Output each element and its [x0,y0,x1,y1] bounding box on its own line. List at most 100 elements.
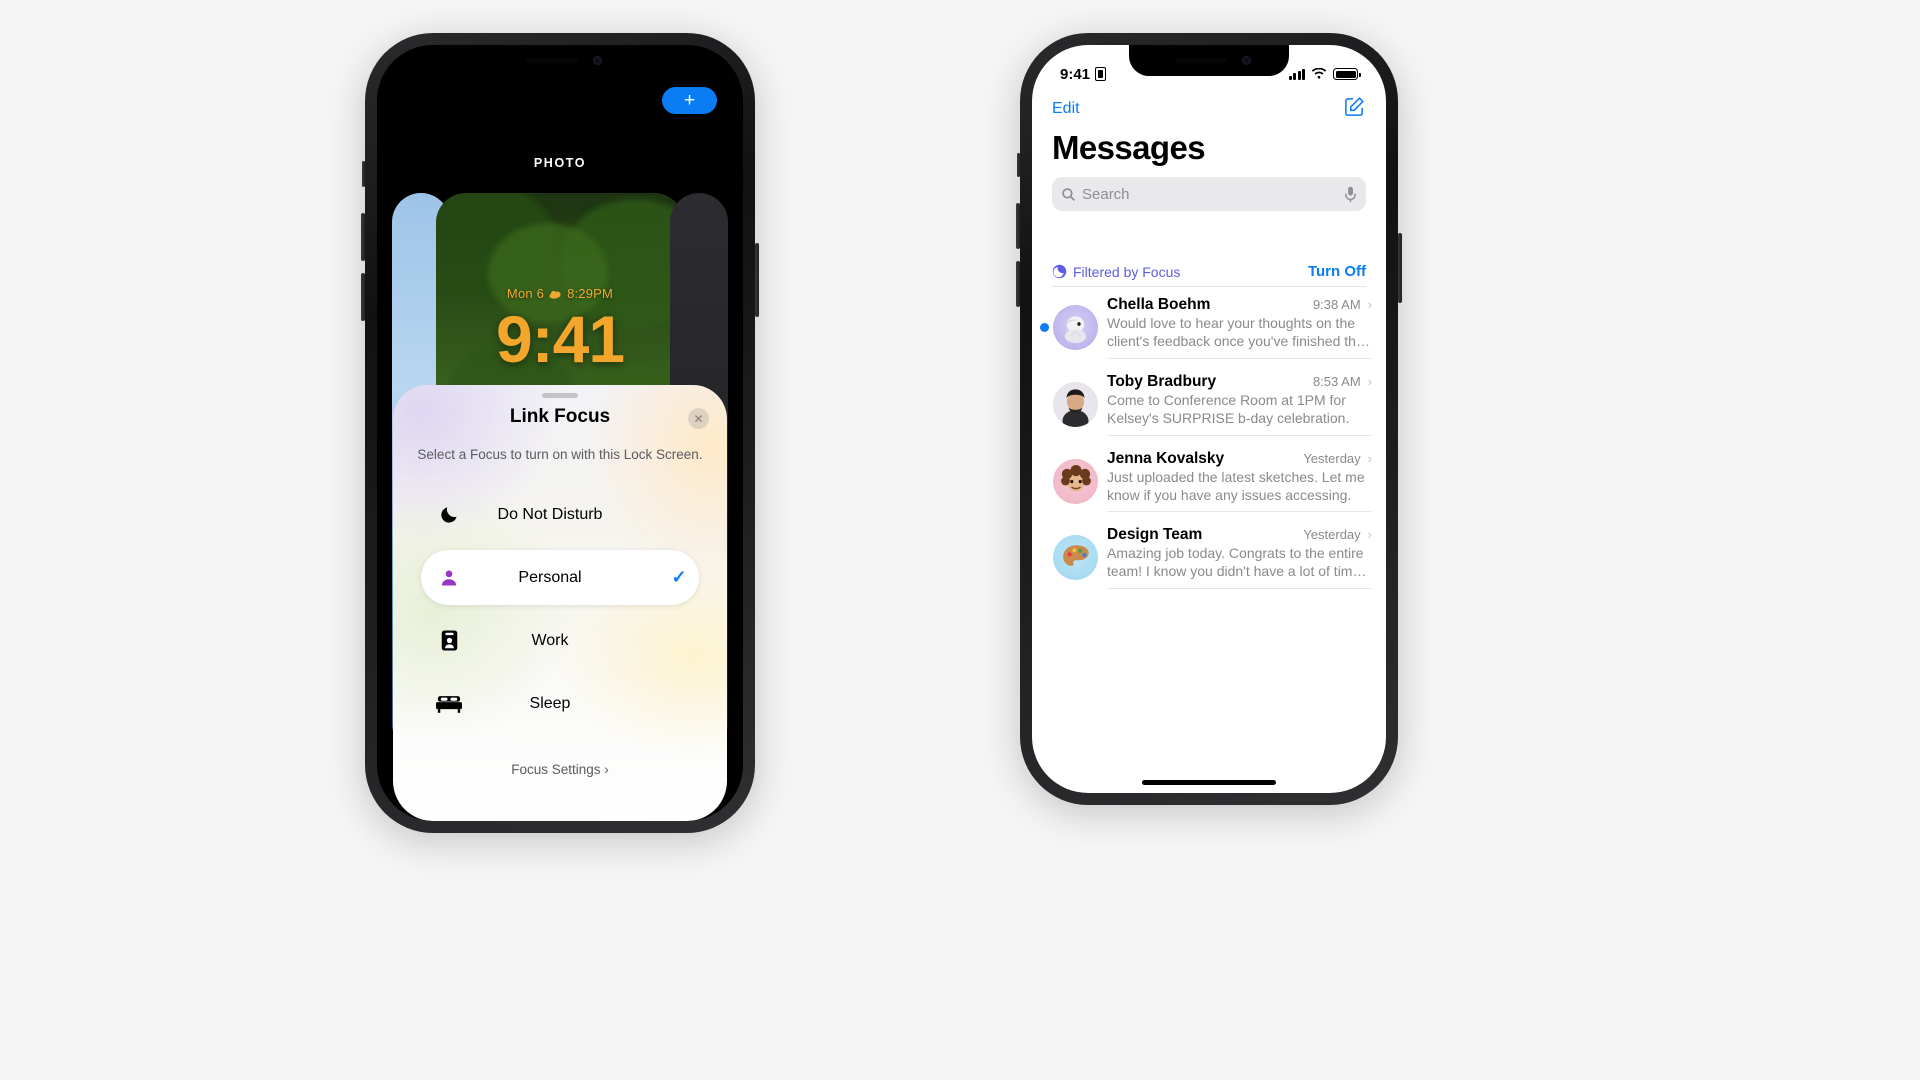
date-text: Mon 6 [506,286,545,301]
power-button[interactable] [755,243,759,317]
sheet-grabber[interactable] [542,393,578,398]
plus-icon: + [683,90,696,111]
focus-filter-banner: Filtered by Focus Turn Off [1052,257,1366,287]
compose-icon [1345,97,1364,116]
link-focus-sheet: Link Focus ✕ Select a Focus to turn on w… [393,385,727,821]
conversation-row[interactable]: Toby Bradbury 8:53 AM › Come to Conferen… [1032,366,1386,443]
chevron-right-icon: › [1367,527,1372,543]
chevron-right-icon: › [604,762,609,777]
conversation-body: Design Team Yesterday › Amazing job toda… [1107,526,1372,590]
conversation-header: Toby Bradbury 8:53 AM › [1107,373,1372,391]
avatar[interactable] [1053,381,1098,427]
left-phone-screen: + PHOTO ups al [377,45,743,821]
focus-option-personal[interactable]: Personal ✓ [421,550,699,605]
message-time: 8:53 AM [1312,373,1361,389]
status-time: 9:41 [1060,65,1091,83]
palette-group-avatar [1062,545,1089,566]
search-input[interactable]: Search [1052,177,1366,211]
lock-screen-editor: + PHOTO ups al [377,45,743,821]
message-preview: Just uploaded the latest sketches. Let m… [1107,468,1365,503]
conversation-row[interactable]: Design Team Yesterday › Amazing job toda… [1032,519,1386,596]
focus-option-label: Do Not Disturb [497,505,603,523]
left-phone-device: + PHOTO ups al [361,33,759,833]
message-time: Yesterday [1303,527,1361,543]
contact-name: Jenna Kovalsky [1107,449,1225,467]
conversation-header: Design Team Yesterday › [1107,526,1372,544]
search-icon [1062,187,1076,201]
screenshot-canvas: + PHOTO ups al [0,0,1920,1080]
contact-name: Toby Bradbury [1107,372,1217,390]
conversation-row[interactable]: Jenna Kovalsky Yesterday › Just uploaded… [1032,443,1386,520]
battery-icon [1333,68,1361,80]
navbar-top-row: Edit [1052,91,1366,127]
conversation-list: Chella Boehm 9:38 AM › Would love to hea… [1032,289,1386,596]
notch [480,45,640,76]
sheet-subtitle: Select a Focus to turn on with this Lock… [417,447,703,462]
turn-off-button[interactable]: Turn Off [1308,263,1366,280]
weather-temp-text: 8:29PM [567,286,614,301]
earpiece-speaker [526,58,578,63]
conversation-body: Jenna Kovalsky Yesterday › Just uploaded… [1107,450,1372,513]
volume-up-button[interactable] [1016,203,1020,249]
volume-down-button[interactable] [361,273,365,321]
power-button[interactable] [1398,233,1402,303]
page-title: Messages [1052,129,1206,166]
conversation-header: Chella Boehm 9:38 AM › [1107,296,1372,314]
avatar[interactable] [1053,304,1098,350]
message-preview: Come to Conference Room at 1PM for Kelse… [1107,391,1350,426]
message-time: Yesterday [1303,450,1361,466]
focus-option-label: Work [531,631,569,649]
sheet-title: Link Focus [509,406,611,427]
volume-up-button[interactable] [361,213,365,261]
unread-indicator-placeholder [1040,373,1053,436]
conversation-row[interactable]: Chella Boehm 9:38 AM › Would love to hea… [1032,289,1386,366]
avatar[interactable] [1053,458,1098,504]
status-bar-left: 9:41 [1060,65,1107,83]
chevron-right-icon: › [1367,450,1372,466]
status-bar: 9:41 [1032,45,1386,91]
focus-option-work[interactable]: Work [421,613,699,668]
volume-down-button[interactable] [1016,261,1020,307]
add-lock-screen-button[interactable]: + [662,87,717,114]
unread-indicator [1040,322,1049,332]
compose-button[interactable] [1343,95,1366,123]
message-preview: Amazing job today. Congrats to the entir… [1107,545,1367,580]
focus-option-do-not-disturb[interactable]: Do Not Disturb [421,487,699,542]
close-button[interactable]: ✕ [688,408,709,429]
edit-button[interactable]: Edit [1052,100,1080,118]
chevron-right-icon: › [1367,297,1372,312]
right-phone-device: 9:41 Edit Messages Search Filtered by Fo… [1016,33,1402,805]
message-time: 9:38 AM [1312,297,1361,312]
home-indicator[interactable] [1142,780,1276,785]
mute-switch[interactable] [362,161,365,187]
search-placeholder: Search [1082,185,1130,203]
focus-settings-link[interactable]: Focus Settings › [393,762,727,777]
cellular-bars-icon [1288,68,1305,80]
avatar[interactable] [1053,535,1098,581]
lock-screen-clock: 9:41 [495,302,625,376]
photo-portrait-avatar [1053,381,1098,427]
focus-option-sleep[interactable]: Sleep [421,676,699,731]
messages-app: 9:41 Edit Messages Search Filtered by Fo… [1032,45,1386,793]
contact-name: Chella Boehm [1107,296,1211,313]
unread-indicator-placeholder [1040,526,1053,589]
status-bar-right [1288,68,1361,80]
conversation-body: Chella Boehm 9:38 AM › Would love to hea… [1107,296,1372,359]
sim-card-icon [1095,67,1107,81]
focus-options-list: Do Not Disturb Personal ✓ Work Sleep [421,487,699,739]
focus-settings-label: Focus Settings [511,762,601,777]
lock-screen-date: Mon 6 8:29PM [436,286,684,301]
filter-label: Filtered by Focus [1073,263,1181,280]
focus-option-label: Sleep [529,694,571,712]
memoji-robot-avatar [1064,316,1087,343]
message-preview: Would love to hear your thoughts on the … [1107,315,1370,349]
mute-switch[interactable] [1017,153,1020,177]
conversation-body: Toby Bradbury 8:53 AM › Come to Conferen… [1107,373,1372,436]
checkmark-icon: ✓ [671,567,687,587]
microphone-icon [1345,186,1356,202]
focus-moon-icon [1052,264,1067,279]
weather-cloud-icon [549,290,561,299]
right-phone-screen: 9:41 Edit Messages Search Filtered by Fo… [1032,45,1386,793]
contact-name: Design Team [1107,526,1203,544]
filter-label-group: Filtered by Focus [1052,264,1180,280]
